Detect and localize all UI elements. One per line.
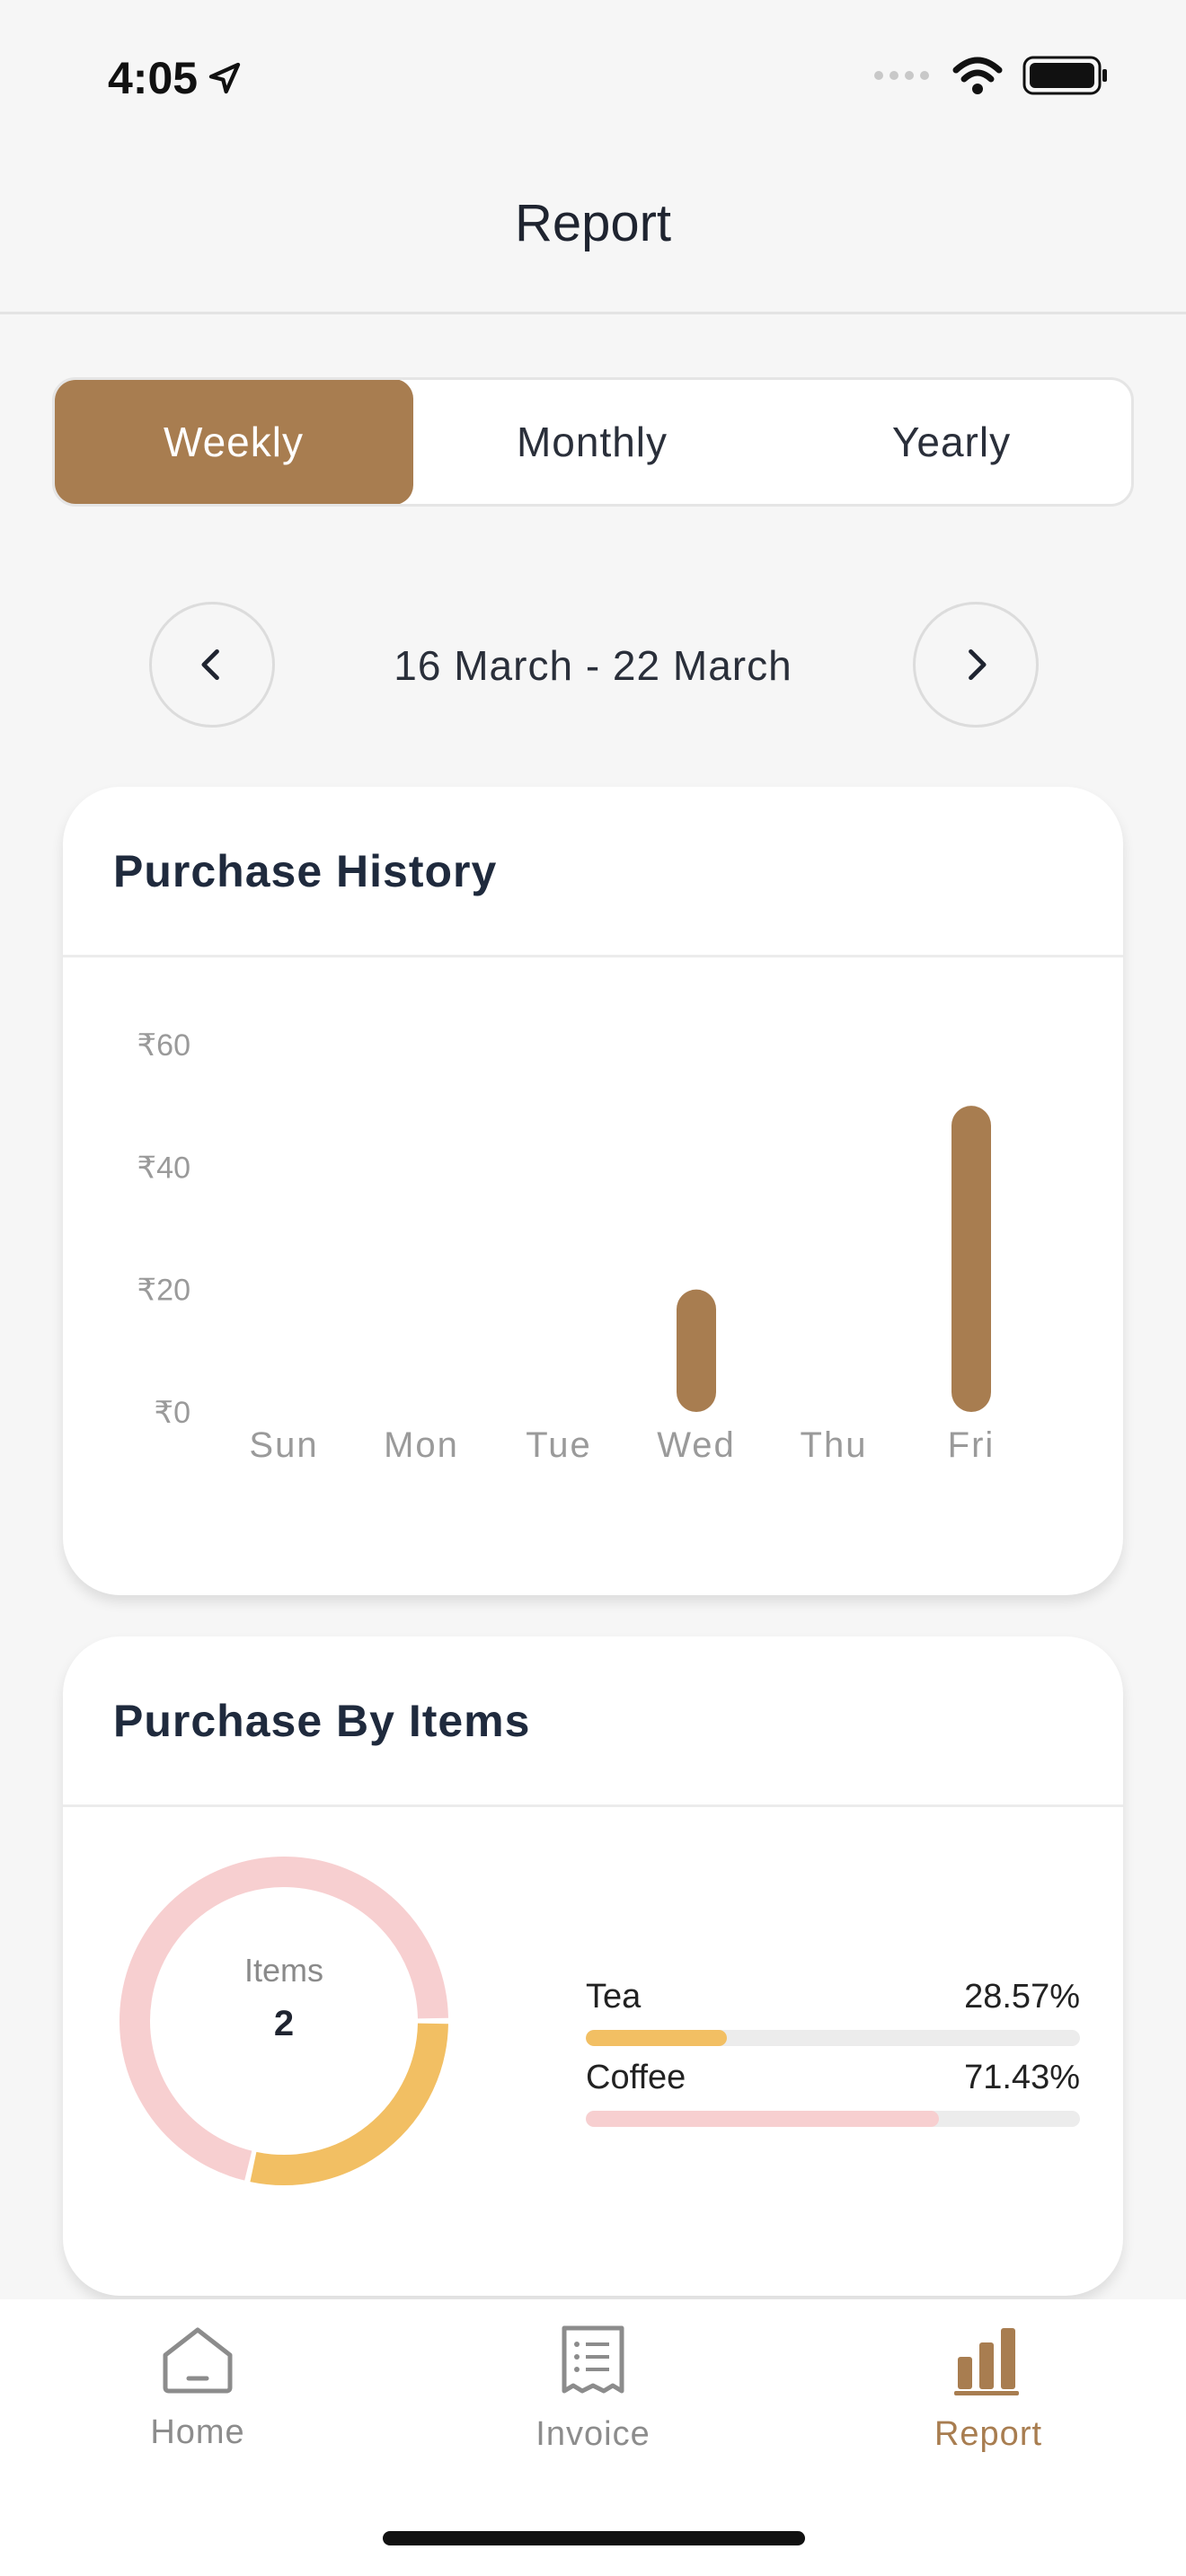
legend-coffee-name: Coffee: [586, 2059, 686, 2096]
next-week-button[interactable]: [913, 602, 1039, 728]
tabbar-invoice[interactable]: Invoice: [458, 2325, 728, 2454]
bar-chart-icon: [954, 2328, 1019, 2395]
purchase-by-items-title: Purchase By Items: [63, 1636, 1123, 1807]
tab-weekly[interactable]: Weekly: [55, 380, 413, 504]
purchase-history-chart: ₹0 ₹20 ₹40 ₹60 Sun Mon Tue Wed Thu Fri: [137, 1028, 996, 1465]
donut-center-label: Items: [244, 1952, 323, 1989]
x-tick-label: Tue: [526, 1425, 591, 1465]
x-tick-label: Fri: [948, 1425, 996, 1465]
chevron-right-icon: [969, 648, 987, 681]
y-tick-label: ₹0: [154, 1396, 190, 1430]
tabbar-home[interactable]: Home: [63, 2325, 332, 2452]
purchase-history-card: Purchase History ₹0 ₹20 ₹40 ₹60 Sun Mon Tue Wed…: [63, 787, 1123, 1595]
x-tick-label: Sun: [249, 1425, 318, 1465]
legend-item-tea: Tea 28.57%: [523, 1978, 1080, 2059]
items-donut-chart: Items 2: [119, 1857, 448, 2185]
location-arrow-icon: [208, 62, 241, 94]
tab-monthly[interactable]: Monthly: [412, 380, 772, 504]
signal-dots-icon: [874, 71, 929, 80]
legend-coffee-track: [586, 2111, 1080, 2127]
page-title: Report: [514, 194, 672, 252]
period-segmented-control: Weekly Monthly Yearly: [52, 377, 1134, 507]
x-tick-label: Thu: [801, 1425, 868, 1465]
tabbar-report[interactable]: Report: [854, 2325, 1123, 2454]
tabbar-invoice-label: Invoice: [535, 2415, 651, 2453]
legend-tea-track: [586, 2030, 1080, 2046]
y-tick-label: ₹60: [137, 1028, 190, 1063]
tab-yearly[interactable]: Yearly: [772, 380, 1131, 504]
legend-tea-name: Tea: [586, 1978, 642, 2016]
tabbar-home-label: Home: [150, 2413, 245, 2451]
x-tick-label: Wed: [657, 1425, 736, 1465]
legend-tea-percent: 28.57%: [964, 1978, 1080, 2016]
wifi-icon: [952, 57, 1003, 94]
x-tick-label: Mon: [384, 1425, 459, 1465]
week-navigator: 16 March - 22 March: [0, 602, 1186, 728]
status-icons: [873, 56, 1109, 95]
purchase-by-items-card: Purchase By Items Items 2 Tea 28.57% Cof…: [63, 1636, 1123, 2296]
tabbar-report-label: Report: [934, 2415, 1043, 2453]
legend-coffee-fill: [586, 2111, 939, 2127]
y-tick-label: ₹20: [137, 1274, 190, 1308]
legend-item-coffee: Coffee 71.43%: [523, 2059, 1080, 2139]
home-indicator: [383, 2531, 805, 2545]
nav-header: Report: [0, 153, 1186, 314]
y-tick-label: ₹40: [137, 1151, 190, 1185]
status-time-text: 4:05: [108, 53, 199, 103]
purchase-history-title: Purchase History: [63, 787, 1123, 957]
status-time: 4:05: [108, 52, 243, 104]
receipt-icon: [562, 2325, 624, 2394]
donut-center-value: 2: [274, 2004, 294, 2043]
items-legend: Tea 28.57% Coffee 71.43%: [523, 1978, 1080, 2139]
home-icon: [163, 2327, 233, 2394]
battery-icon: [1022, 56, 1107, 95]
legend-tea-fill: [586, 2030, 728, 2046]
legend-coffee-percent: 71.43%: [964, 2059, 1080, 2096]
donut-slice-tea: [250, 2023, 448, 2185]
status-bar: 4:05: [0, 0, 1186, 153]
